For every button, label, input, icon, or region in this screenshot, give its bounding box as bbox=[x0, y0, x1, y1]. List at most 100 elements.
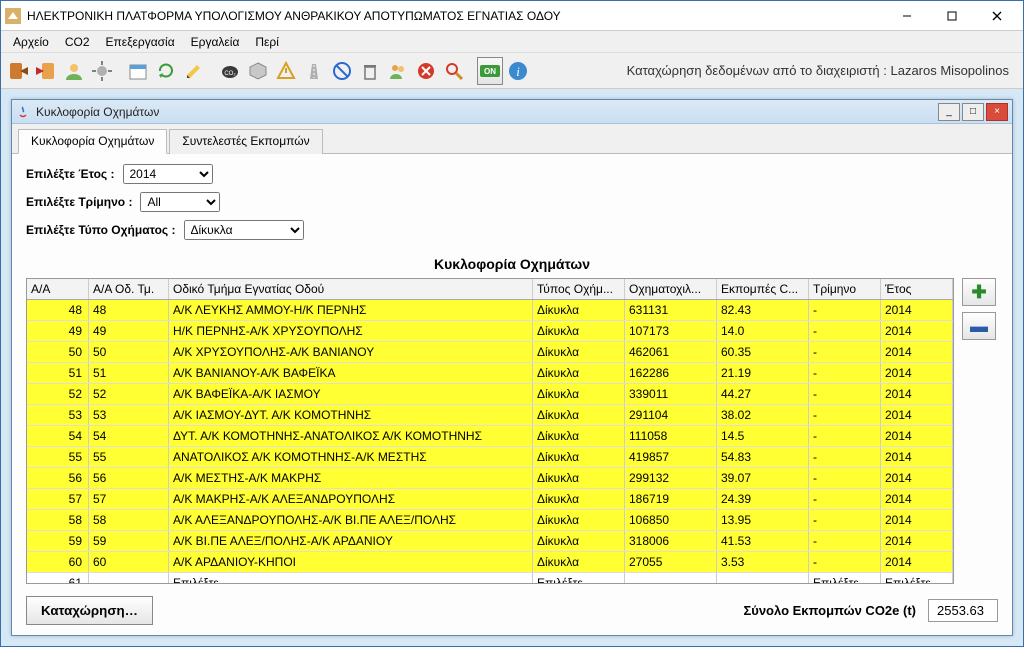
cell[interactable]: 162286 bbox=[625, 363, 717, 383]
import-icon[interactable] bbox=[33, 57, 59, 85]
cell[interactable]: 50 bbox=[89, 342, 169, 362]
cell[interactable]: Δίκυκλα bbox=[533, 300, 625, 320]
cell[interactable]: 462061 bbox=[625, 342, 717, 362]
cell[interactable]: Α/Κ ΜΑΚΡΗΣ-Α/Κ ΑΛΕΞΑΝΔΡΟΥΠΟΛΗΣ bbox=[169, 489, 533, 509]
cell[interactable]: 55 bbox=[27, 447, 89, 467]
cell[interactable]: 339011 bbox=[625, 384, 717, 404]
user-icon[interactable] bbox=[61, 57, 87, 85]
cube-icon[interactable] bbox=[245, 57, 271, 85]
cell[interactable]: 21.19 bbox=[717, 363, 809, 383]
warning-icon[interactable] bbox=[273, 57, 299, 85]
cell[interactable]: Α/Κ ΜΕΣΤΗΣ-Α/Κ ΜΑΚΡΗΣ bbox=[169, 468, 533, 488]
inner-maximize-button[interactable]: □ bbox=[962, 103, 984, 121]
cell[interactable]: 2014 bbox=[881, 468, 953, 488]
col-road[interactable]: Οδικό Τμήμα Εγνατίας Οδού bbox=[169, 279, 533, 299]
cell[interactable]: - bbox=[809, 384, 881, 404]
co2-icon[interactable]: CO₂ bbox=[217, 57, 243, 85]
cell[interactable]: 60.35 bbox=[717, 342, 809, 362]
cell[interactable]: 51 bbox=[27, 363, 89, 383]
table-row[interactable]: 5454ΔΥΤ. Α/Κ ΚΟΜΟΤΗΝΗΣ-ΑΝΑΤΟΛΙΚΟΣ Α/Κ ΚΟ… bbox=[27, 426, 953, 447]
cell[interactable]: Δίκυκλα bbox=[533, 552, 625, 572]
close-button[interactable] bbox=[974, 2, 1019, 30]
cell[interactable]: 57 bbox=[27, 489, 89, 509]
cell[interactable]: Α/Κ ΒΑΝΙΑΝΟΥ-Α/Κ ΒΑΦΕΪΚΑ bbox=[169, 363, 533, 383]
cell[interactable]: Δίκυκλα bbox=[533, 426, 625, 446]
tab-traffic[interactable]: Κυκλοφορία Οχημάτων bbox=[18, 129, 167, 154]
cell[interactable] bbox=[89, 573, 169, 583]
cell[interactable]: 48 bbox=[27, 300, 89, 320]
cell[interactable]: 2014 bbox=[881, 342, 953, 362]
cell[interactable]: Η/Κ ΠΕΡΝΗΣ-Α/Κ ΧΡΥΣΟΥΠΟΛΗΣ bbox=[169, 321, 533, 341]
table-row[interactable]: 4848Α/Κ ΛΕΥΚΗΣ ΑΜΜΟΥ-Η/Κ ΠΕΡΝΗΣΔίκυκλα63… bbox=[27, 300, 953, 321]
cell[interactable]: - bbox=[809, 510, 881, 530]
cell[interactable]: 44.27 bbox=[717, 384, 809, 404]
cell[interactable]: - bbox=[809, 468, 881, 488]
cell[interactable]: 2014 bbox=[881, 321, 953, 341]
cell[interactable]: 2014 bbox=[881, 384, 953, 404]
info-icon[interactable]: i bbox=[505, 57, 531, 85]
table-row[interactable]: 61Επιλέξτε...Επιλέξτε...Επιλέξτε...Επιλέ… bbox=[27, 573, 953, 583]
minimize-button[interactable] bbox=[884, 2, 929, 30]
cell[interactable]: 56 bbox=[27, 468, 89, 488]
cell[interactable]: 2014 bbox=[881, 363, 953, 383]
cell[interactable]: 58 bbox=[27, 510, 89, 530]
cell[interactable]: 54 bbox=[27, 426, 89, 446]
table-row[interactable]: 5555ΑΝΑΤΟΛΙΚΟΣ Α/Κ ΚΟΜΟΤΗΝΗΣ-Α/Κ ΜΕΣΤΗΣΔ… bbox=[27, 447, 953, 468]
cell[interactable]: 57 bbox=[89, 489, 169, 509]
cell[interactable]: - bbox=[809, 300, 881, 320]
cell[interactable]: Α/Κ ΑΛΕΞΑΝΔΡΟΥΠΟΛΗΣ-Α/Κ ΒΙ.ΠΕ ΑΛΕΞ/ΠΟΛΗΣ bbox=[169, 510, 533, 530]
cell[interactable]: ΑΝΑΤΟΛΙΚΟΣ Α/Κ ΚΟΜΟΤΗΝΗΣ-Α/Κ ΜΕΣΤΗΣ bbox=[169, 447, 533, 467]
trash-icon[interactable] bbox=[357, 57, 383, 85]
cell[interactable]: Δίκυκλα bbox=[533, 510, 625, 530]
cell[interactable]: - bbox=[809, 489, 881, 509]
cell[interactable]: Δίκυκλα bbox=[533, 384, 625, 404]
cell[interactable]: 60 bbox=[27, 552, 89, 572]
cell[interactable]: Δίκυκλα bbox=[533, 342, 625, 362]
cell[interactable]: Α/Κ ΛΕΥΚΗΣ ΑΜΜΟΥ-Η/Κ ΠΕΡΝΗΣ bbox=[169, 300, 533, 320]
refresh-icon[interactable] bbox=[153, 57, 179, 85]
cell[interactable]: Δίκυκλα bbox=[533, 447, 625, 467]
col-tri[interactable]: Τρίμηνο bbox=[809, 279, 881, 299]
cell[interactable]: 53 bbox=[89, 405, 169, 425]
cell[interactable]: 2014 bbox=[881, 552, 953, 572]
cell[interactable]: 54.83 bbox=[717, 447, 809, 467]
cell[interactable]: 50 bbox=[27, 342, 89, 362]
table-row[interactable]: 6060Α/Κ ΑΡΔΑΝΙΟΥ-ΚΗΠΟΙΔίκυκλα270553.53-2… bbox=[27, 552, 953, 573]
cell[interactable]: 291104 bbox=[625, 405, 717, 425]
pencil-icon[interactable] bbox=[181, 57, 207, 85]
cell[interactable]: 631131 bbox=[625, 300, 717, 320]
cell[interactable]: - bbox=[809, 426, 881, 446]
cell[interactable]: 24.39 bbox=[717, 489, 809, 509]
inner-minimize-button[interactable]: _ bbox=[938, 103, 960, 121]
cell[interactable]: 2014 bbox=[881, 405, 953, 425]
cell[interactable]: 2014 bbox=[881, 510, 953, 530]
cell[interactable]: - bbox=[809, 405, 881, 425]
remove-row-button[interactable]: ▬ bbox=[962, 312, 996, 340]
col-km[interactable]: Οχηματοχιλ... bbox=[625, 279, 717, 299]
menu-about[interactable]: Περί bbox=[247, 33, 287, 51]
cell[interactable]: 318006 bbox=[625, 531, 717, 551]
cell[interactable]: Α/Κ ΑΡΔΑΝΙΟΥ-ΚΗΠΟΙ bbox=[169, 552, 533, 572]
cell[interactable]: - bbox=[809, 321, 881, 341]
cell[interactable] bbox=[717, 573, 809, 583]
cancel-icon[interactable] bbox=[413, 57, 439, 85]
menu-tools[interactable]: Εργαλεία bbox=[183, 33, 248, 51]
cell[interactable]: 14.5 bbox=[717, 426, 809, 446]
cell[interactable]: 2014 bbox=[881, 531, 953, 551]
table-row[interactable]: 5959Α/Κ ΒΙ.ΠΕ ΑΛΕΞ/ΠΟΛΗΣ-Α/Κ ΑΡΔΑΝΙΟΥΔίκ… bbox=[27, 531, 953, 552]
cell[interactable]: 2014 bbox=[881, 426, 953, 446]
submit-button[interactable]: Καταχώρηση… bbox=[26, 596, 153, 625]
col-type[interactable]: Τύπος Οχήμ... bbox=[533, 279, 625, 299]
cell[interactable]: ΔΥΤ. Α/Κ ΚΟΜΟΤΗΝΗΣ-ΑΝΑΤΟΛΙΚΟΣ Α/Κ ΚΟΜΟΤΗ… bbox=[169, 426, 533, 446]
cell[interactable]: 52 bbox=[27, 384, 89, 404]
cell[interactable]: Δίκυκλα bbox=[533, 489, 625, 509]
cell[interactable]: 54 bbox=[89, 426, 169, 446]
col-emis[interactable]: Εκπομπές C... bbox=[717, 279, 809, 299]
table-row[interactable]: 5656Α/Κ ΜΕΣΤΗΣ-Α/Κ ΜΑΚΡΗΣΔίκυκλα29913239… bbox=[27, 468, 953, 489]
cell[interactable]: - bbox=[809, 342, 881, 362]
cell[interactable]: Δίκυκλα bbox=[533, 321, 625, 341]
cell[interactable]: - bbox=[809, 531, 881, 551]
col-year[interactable]: Έτος bbox=[881, 279, 953, 299]
maximize-button[interactable] bbox=[929, 2, 974, 30]
table-row[interactable]: 5252Α/Κ ΒΑΦΕΪΚΑ-Α/Κ ΙΑΣΜΟΥΔίκυκλα3390114… bbox=[27, 384, 953, 405]
